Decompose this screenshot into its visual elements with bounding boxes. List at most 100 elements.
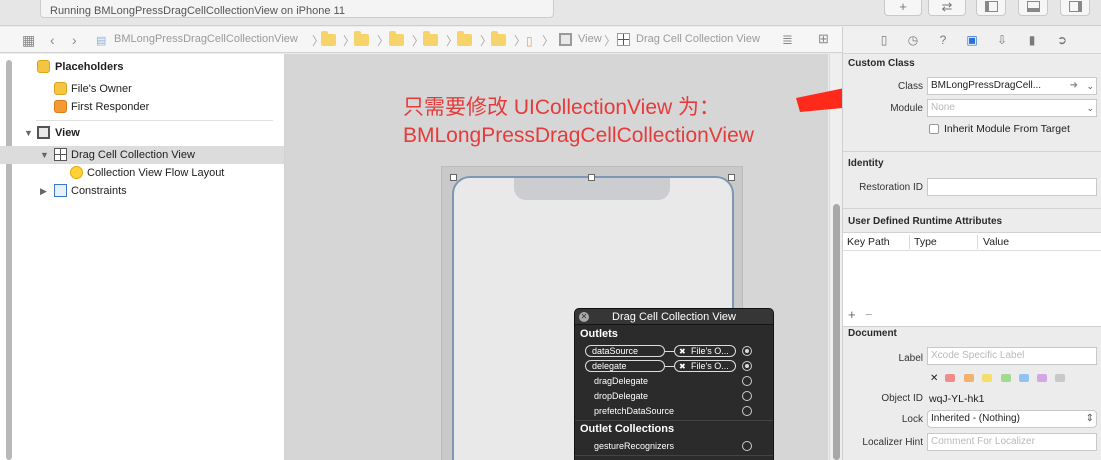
localizer-hint-field[interactable]: Comment For Localizer <box>927 433 1097 451</box>
breadcrumb-separator: 〉 <box>377 34 390 48</box>
connection-line <box>665 351 674 352</box>
disconnect-icon[interactable]: ✖ <box>679 361 686 371</box>
disclosure-triangle-icon[interactable]: ▶ <box>40 182 47 200</box>
toggle-navigator-button[interactable] <box>976 0 1006 16</box>
code-review-button[interactable]: ⇄ <box>928 0 966 16</box>
outline-label: Drag Cell Collection View <box>71 149 195 161</box>
outline-constraints[interactable]: ▶ Constraints <box>0 182 284 200</box>
outline-files-owner[interactable]: File's Owner <box>0 80 284 98</box>
disclosure-triangle-icon[interactable]: ▼ <box>40 146 49 164</box>
outlet-pill-datasource[interactable]: dataSource <box>585 345 665 357</box>
add-attribute-button[interactable]: + <box>848 307 856 322</box>
remove-attribute-button[interactable]: − <box>865 307 873 322</box>
left-panel-icon <box>984 1 998 12</box>
lock-select[interactable]: Inherited - (Nothing) ⇕ <box>927 410 1097 428</box>
runtime-attributes-table[interactable]: Key Path Type Value + − <box>843 232 1101 327</box>
outline-view[interactable]: ▼ View <box>0 124 284 142</box>
add-editor-icon[interactable]: ⊞ <box>818 30 829 48</box>
object-id-value: wqJ-YL-hk1 <box>929 393 985 405</box>
outline-flow-layout[interactable]: Collection View Flow Layout <box>0 164 284 182</box>
label-color-orange[interactable] <box>964 374 974 382</box>
close-icon[interactable]: ✕ <box>579 312 589 322</box>
outline-first-responder[interactable]: First Responder <box>0 98 284 116</box>
module-field[interactable]: None ⌄ <box>927 99 1097 117</box>
outlet-connector-dragdelegate[interactable] <box>742 376 752 386</box>
divider <box>36 120 273 121</box>
label-color-red[interactable] <box>945 374 955 382</box>
cube-icon <box>54 100 67 113</box>
class-field[interactable]: BMLongPressDragCell... ➜ ⌄ <box>927 77 1097 95</box>
related-items-icon[interactable]: ▦ <box>22 31 35 49</box>
cube-icon <box>37 60 50 73</box>
column-key-path[interactable]: Key Path <box>847 236 890 248</box>
label-placeholder: Xcode Specific Label <box>931 350 1025 361</box>
column-value[interactable]: Value <box>983 236 1009 248</box>
connections-popup: Drag Cell Collection View ✕ Outlets data… <box>574 308 774 460</box>
disconnect-icon[interactable]: ✖ <box>679 346 686 356</box>
outline-label: Constraints <box>71 185 127 197</box>
outlet-pill-delegate[interactable]: delegate <box>585 360 665 372</box>
history-inspector-icon[interactable]: ◷ <box>906 33 920 47</box>
outlet-connector-prefetchdatasource[interactable] <box>742 406 752 416</box>
view-icon <box>559 33 572 46</box>
restoration-id-field[interactable] <box>927 178 1097 196</box>
outlet-target-pill[interactable]: ✖ File's O... <box>674 360 736 372</box>
outline-drag-cell-collection-view[interactable]: ▼ Drag Cell Collection View <box>0 146 284 164</box>
folder-icon[interactable] <box>491 31 506 46</box>
outlet-target-pill[interactable]: ✖ File's O... <box>674 345 736 357</box>
chevron-down-icon[interactable]: ⌄ <box>1086 100 1094 116</box>
chevron-down-icon[interactable]: ⌄ <box>1086 78 1094 94</box>
inherit-module-checkbox[interactable] <box>929 124 939 134</box>
scrollbar-thumb[interactable] <box>833 204 840 460</box>
label-color-gray[interactable] <box>1055 374 1065 382</box>
outline-scrollbar[interactable] <box>6 60 12 460</box>
outline-label: View <box>55 127 80 139</box>
quick-help-icon[interactable]: ? <box>936 33 950 47</box>
outlet-connector-delegate[interactable] <box>742 361 752 371</box>
right-panel-icon <box>1068 1 1082 12</box>
attributes-inspector-icon[interactable]: ⇩ <box>995 33 1009 47</box>
navigate-arrow-icon[interactable]: ➜ <box>1070 78 1078 94</box>
column-type[interactable]: Type <box>914 236 937 248</box>
chevron-updown-icon[interactable]: ⇕ <box>1086 411 1094 427</box>
document-header: Document <box>848 328 897 339</box>
breadcrumb-collection-view[interactable]: Drag Cell Collection View <box>636 33 760 45</box>
label-color-yellow[interactable] <box>982 374 992 382</box>
library-button[interactable]: + <box>884 0 922 16</box>
breadcrumb-view[interactable]: View <box>578 33 602 45</box>
disclosure-triangle-icon[interactable]: ▼ <box>24 124 33 142</box>
size-inspector-icon[interactable]: ▮ <box>1025 33 1039 47</box>
outline-placeholders[interactable]: Placeholders <box>0 58 284 76</box>
folder-icon[interactable] <box>457 31 472 46</box>
folder-icon[interactable] <box>423 31 438 46</box>
view-icon <box>37 126 50 139</box>
resize-handle[interactable] <box>588 174 595 181</box>
label-field[interactable]: Xcode Specific Label <box>927 347 1097 365</box>
clear-label-icon[interactable]: ✕ <box>930 373 938 384</box>
back-icon[interactable]: ‹ <box>50 31 55 49</box>
folder-icon[interactable] <box>389 31 404 46</box>
folder-icon[interactable] <box>354 31 369 46</box>
outline-label: Collection View Flow Layout <box>87 167 225 179</box>
xib-file-icon[interactable]: ▯ <box>526 32 533 50</box>
label-color-green[interactable] <box>1001 374 1011 382</box>
folder-icon[interactable] <box>321 31 336 46</box>
forward-icon[interactable]: › <box>72 31 77 49</box>
breadcrumb-project[interactable]: BMLongPressDragCellCollectionView <box>114 33 298 45</box>
outlet-connector-datasource[interactable] <box>742 346 752 356</box>
file-inspector-icon[interactable]: ▯ <box>877 33 891 47</box>
outlet-connector-gesturerecognizers[interactable] <box>742 441 752 451</box>
label-color-blue[interactable] <box>1019 374 1029 382</box>
annotation-text: 只需要修改 UICollectionView 为： BMLongPressDra… <box>403 94 754 150</box>
outlet-connector-dropdelegate[interactable] <box>742 391 752 401</box>
label-color-purple[interactable] <box>1037 374 1047 382</box>
connections-inspector-icon[interactable]: ➲ <box>1055 33 1069 47</box>
minimap-icon[interactable]: ≣ <box>782 31 793 49</box>
resize-handle[interactable] <box>728 174 735 181</box>
lock-value: Inherited - (Nothing) <box>931 413 1020 424</box>
resize-handle[interactable] <box>450 174 457 181</box>
identity-inspector-icon[interactable]: ▣ <box>965 33 979 47</box>
toggle-inspector-button[interactable] <box>1060 0 1090 16</box>
restoration-id-label: Restoration ID <box>859 182 923 193</box>
toggle-debug-area-button[interactable] <box>1018 0 1048 16</box>
